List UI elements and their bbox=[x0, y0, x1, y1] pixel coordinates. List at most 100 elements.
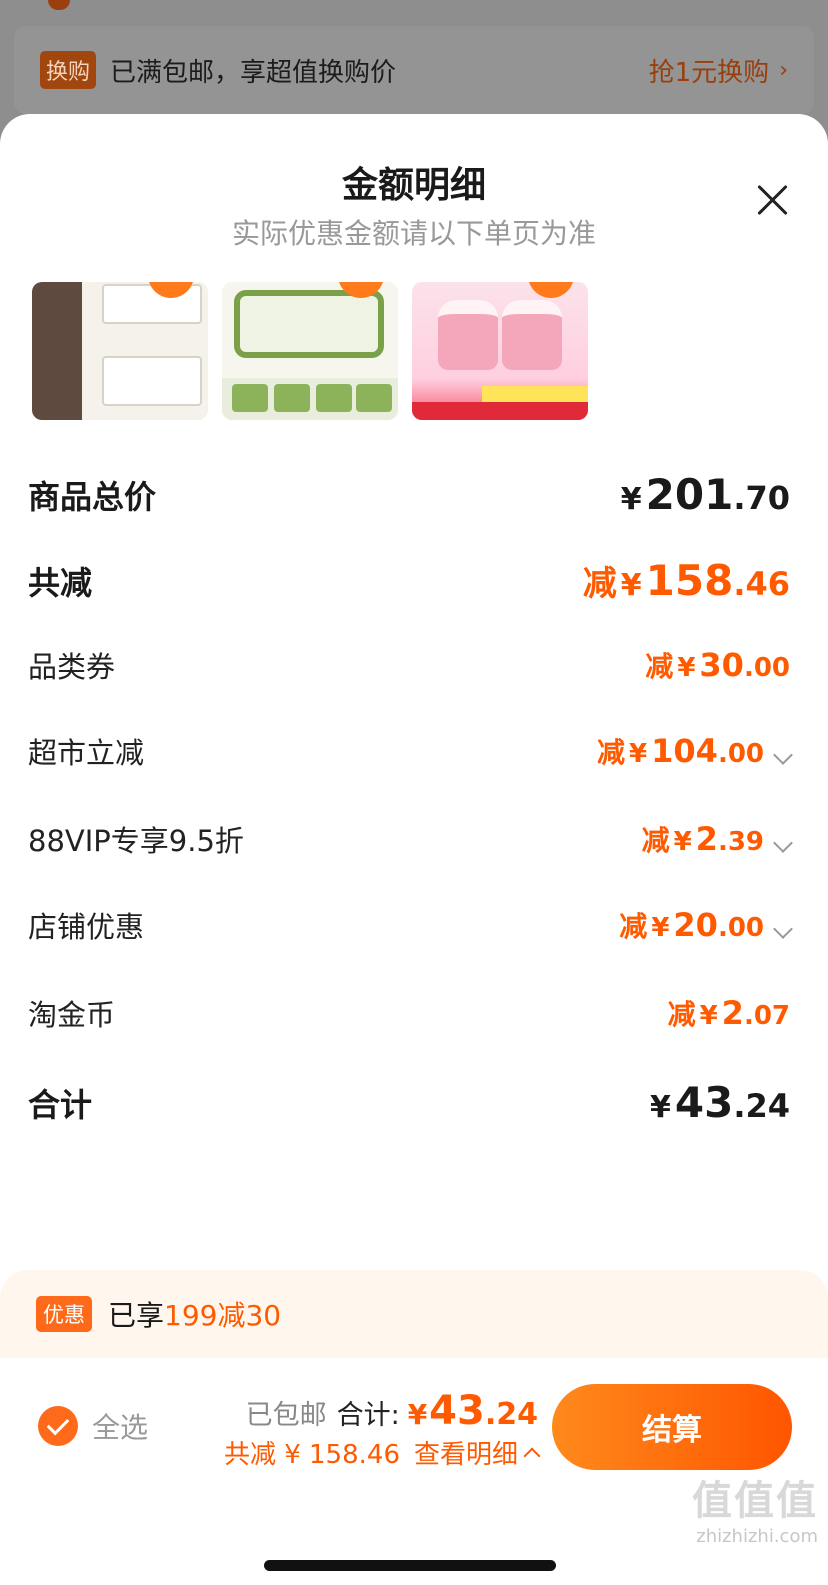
chevron-down-icon[interactable] bbox=[773, 918, 793, 939]
row-label: 品类券 bbox=[28, 650, 116, 684]
amount-int: 2 bbox=[721, 994, 744, 1032]
select-all-toggle[interactable]: 全选 bbox=[38, 1406, 148, 1446]
promo-link-label: 抢1元换购 bbox=[648, 57, 770, 88]
amount-dec: .39 bbox=[717, 826, 764, 857]
chevron-right-icon: › bbox=[779, 57, 788, 83]
close-icon[interactable] bbox=[752, 180, 792, 220]
view-detail-toggle[interactable]: 共减 ¥ 158.46 查看明细 bbox=[223, 1434, 541, 1471]
row-amount: 减 ¥ 104 .00 bbox=[597, 731, 793, 772]
minus-prefix: 减 bbox=[582, 564, 617, 604]
row-amount: ¥ 43 .24 bbox=[650, 1078, 790, 1127]
amount-dec: .00 bbox=[717, 912, 764, 943]
row-amount: 减 ¥ 158 .46 bbox=[583, 556, 790, 605]
thumb-feature bbox=[356, 384, 392, 412]
row-amount: 减 ¥ 30 .00 bbox=[645, 645, 790, 685]
amount-int: 201 bbox=[645, 470, 734, 519]
selected-check-icon bbox=[528, 282, 574, 298]
row-label: 商品总价 bbox=[28, 477, 157, 516]
deal-prefix: 已享 bbox=[108, 1299, 165, 1332]
thumb-coupon-band bbox=[482, 386, 588, 402]
minus-prefix: 减 bbox=[619, 909, 648, 943]
amount-int: 43 bbox=[429, 1388, 485, 1434]
thumb-lunchbox bbox=[234, 290, 384, 358]
amount-int: 20 bbox=[673, 905, 718, 944]
yen-sign: ¥ bbox=[677, 653, 696, 683]
yen-sign: ¥ bbox=[651, 912, 670, 943]
shipping-status: 已包邮 bbox=[245, 1400, 327, 1431]
row-amount: 减 ¥ 2 .07 bbox=[668, 993, 790, 1033]
select-all-label: 全选 bbox=[92, 1411, 149, 1444]
thumb-sidebar bbox=[32, 282, 82, 420]
product-thumb-baby-cream[interactable] bbox=[412, 282, 588, 420]
row-category-coupon: 品类券 减 ¥ 30 .00 bbox=[28, 644, 790, 686]
amount-int: 158 bbox=[645, 556, 734, 605]
checkout-bar: 全选 已包邮 合计: ¥ 43 .24 共减 ¥ 158.46 查看明细 结算 … bbox=[0, 1358, 828, 1585]
amount-dec: .07 bbox=[743, 1001, 790, 1031]
chevron-up-icon bbox=[523, 1447, 541, 1464]
row-label: 超市立减 bbox=[28, 736, 145, 770]
amount-dec: .46 bbox=[733, 565, 790, 603]
row-supermarket-discount[interactable]: 超市立减 减 ¥ 104 .00 bbox=[28, 730, 793, 772]
row-88vip-discount[interactable]: 88VIP专享9.5折 减 ¥ 2 .39 bbox=[28, 818, 793, 860]
amount-int: 43 bbox=[674, 1078, 734, 1127]
amount-int: 104 bbox=[651, 731, 718, 770]
checkmark-icon[interactable] bbox=[38, 1406, 78, 1446]
deal-value: 199减30 bbox=[164, 1299, 282, 1332]
total-amount: ¥ 43 .24 bbox=[408, 1388, 538, 1434]
watermark: 值值值 zhizhizhi.com bbox=[692, 1468, 818, 1547]
row-label: 淘金币 bbox=[28, 998, 116, 1032]
promo-link[interactable]: 抢1元换购 › bbox=[649, 52, 788, 89]
row-label: 共减 bbox=[28, 563, 93, 602]
thumb-cream-jar bbox=[438, 300, 498, 370]
dimmed-indicator bbox=[48, 0, 70, 10]
view-detail-label: 查看明细 bbox=[413, 1440, 518, 1470]
row-grand-total: 合计 ¥ 43 .24 bbox=[28, 1078, 790, 1127]
sheet-title: 金额明细 bbox=[341, 165, 486, 206]
sheet-subtitle: 实际优惠金额请以下单页为准 bbox=[231, 217, 596, 250]
chevron-down-icon[interactable] bbox=[773, 832, 793, 853]
amount-int: 30 bbox=[699, 646, 744, 684]
row-taojinbi: 淘金币 减 ¥ 2 .07 bbox=[28, 992, 790, 1034]
promo-tag: 换购 bbox=[40, 51, 97, 89]
yen-sign: ¥ bbox=[620, 568, 642, 603]
amount-dec: .00 bbox=[717, 738, 764, 769]
product-thumb-storage-drawer[interactable] bbox=[32, 282, 208, 420]
row-total-discount: 共减 减 ¥ 158 .46 bbox=[28, 556, 790, 605]
deal-tag: 优惠 bbox=[36, 1296, 92, 1332]
row-label: 88VIP专享9.5折 bbox=[28, 824, 244, 858]
row-store-discount[interactable]: 店铺优惠 减 ¥ 20 .00 bbox=[28, 904, 793, 946]
yen-sign: ¥ bbox=[620, 482, 642, 517]
minus-prefix: 减 bbox=[641, 823, 670, 857]
promo-text: 已满包邮，享超值换购价 bbox=[110, 57, 397, 88]
saved-amount: 共减 ¥ 158.46 bbox=[223, 1440, 400, 1470]
amount-int: 2 bbox=[695, 819, 718, 858]
amount-dec: .24 bbox=[733, 1087, 790, 1125]
yen-sign: ¥ bbox=[673, 826, 692, 857]
row-label: 店铺优惠 bbox=[28, 910, 145, 944]
exchange-promo-bar[interactable]: 换购 已满包邮，享超值换购价 抢1元换购 › bbox=[14, 26, 814, 114]
row-amount: 减 ¥ 20 .00 bbox=[619, 905, 793, 946]
checkout-button[interactable]: 结算 bbox=[552, 1384, 792, 1470]
thumb-feature bbox=[232, 384, 268, 412]
minus-prefix: 减 bbox=[645, 650, 674, 683]
yen-sign: ¥ bbox=[407, 1398, 428, 1431]
yen-sign: ¥ bbox=[629, 738, 648, 769]
watermark-url: zhizhizhi.com bbox=[696, 1526, 818, 1547]
amount-dec: .70 bbox=[733, 479, 790, 517]
yen-sign: ¥ bbox=[699, 1001, 718, 1031]
row-subtotal: 商品总价 ¥ 201 .70 bbox=[28, 470, 790, 519]
amount-dec: .24 bbox=[484, 1397, 538, 1432]
product-thumb-lunch-box[interactable] bbox=[222, 282, 398, 420]
home-indicator[interactable] bbox=[264, 1560, 556, 1571]
discount-info-bar: 优惠 已享 199减30 bbox=[0, 1270, 828, 1358]
thumb-drawer-bottom bbox=[102, 356, 202, 406]
row-amount: ¥ 201 .70 bbox=[621, 470, 790, 519]
thumb-feature bbox=[316, 384, 352, 412]
minus-prefix: 减 bbox=[667, 998, 696, 1031]
chevron-down-icon[interactable] bbox=[773, 744, 793, 765]
product-thumbnails bbox=[32, 282, 588, 420]
minus-prefix: 减 bbox=[597, 735, 626, 769]
amount-dec: .00 bbox=[743, 653, 790, 683]
watermark-logo: 值值值 bbox=[692, 1478, 818, 1524]
total-label: 合计: bbox=[336, 1400, 400, 1431]
